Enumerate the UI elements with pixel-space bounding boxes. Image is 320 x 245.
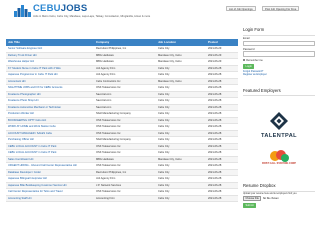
first-call-name: FIRST CALL STAFFING CORP [262, 162, 296, 166]
password-field[interactable] [243, 51, 315, 57]
site-header: CEBUJOBS Jobs in Metro Cebu, Cebu City, … [0, 0, 320, 22]
col-posted[interactable]: Posted [208, 39, 218, 46]
table-header: Job Title Company Job Location Posted [6, 39, 238, 46]
job-openings-link[interactable]: List of Job Openings [226, 6, 256, 11]
resume-file-input[interactable]: Choose File No file chosen [243, 196, 315, 202]
talentpal-name: TALENTPAL [260, 133, 298, 140]
employer-first-call[interactable]: FIRST CALL STAFFING CORP [243, 144, 315, 170]
choose-file-button[interactable]: Choose File [243, 196, 262, 201]
checkbox[interactable] [243, 58, 246, 61]
featured-title: Featured Employers [243, 87, 281, 93]
login-title: Login Form [243, 27, 265, 32]
resume-title: Resume Dropbox [243, 183, 276, 189]
job-listing-table: Job Title Company Job Location Posted Se… [6, 39, 238, 202]
resume-submit-button[interactable]: Submit [243, 202, 257, 208]
logo-text: CEBUJOBS [33, 3, 88, 14]
col-company[interactable]: Company [96, 39, 109, 46]
featured-employers: Featured Employers TALENTPAL FIRST CALL … [243, 88, 315, 171]
resume-dropbox: Resume Dropbox Upload your resume here a… [243, 183, 315, 208]
col-location[interactable]: Job Location [158, 39, 176, 46]
login-button[interactable]: Login [243, 63, 255, 69]
remember-me[interactable]: Remember me [243, 59, 315, 63]
table-row[interactable]: Accounting Staff Hiri Accounting Firm Cebu… [6, 195, 238, 203]
job-title-link[interactable]: Accounting Staff Hiri [8, 196, 92, 203]
site-logo[interactable]: CEBUJOBS Jobs in Metro Cebu, Cebu City, … [14, 3, 150, 20]
job-location: Cebu City [158, 196, 170, 200]
col-job-title[interactable]: Job Title [8, 39, 20, 46]
talentpal-logo-icon [270, 112, 288, 131]
sidebar: Login Form Email Password Remember me Lo… [243, 27, 315, 208]
city-skyline-icon [14, 5, 31, 17]
login-panel: Login Form Email Password Remember me Lo… [243, 27, 315, 77]
company-name: Accounting Firm [96, 196, 115, 200]
posted-date: 2021-06-28 [208, 196, 222, 200]
divider [243, 190, 315, 192]
email-label: Email [243, 37, 250, 40]
table-body: Senior Software Engineer Hiri Recruitoro … [6, 46, 238, 202]
employer-talentpal[interactable]: TALENTPAL [243, 96, 315, 144]
post-job-link[interactable]: Post Job Opening For Free [262, 6, 300, 11]
register-link[interactable]: Register as Employer [243, 73, 315, 77]
no-file-text: No file chosen [262, 197, 279, 201]
divider [243, 34, 315, 36]
logo-tagline: Jobs in Metro Cebu, Cebu City, Mandaue, … [33, 15, 151, 18]
email-field[interactable] [243, 40, 315, 46]
